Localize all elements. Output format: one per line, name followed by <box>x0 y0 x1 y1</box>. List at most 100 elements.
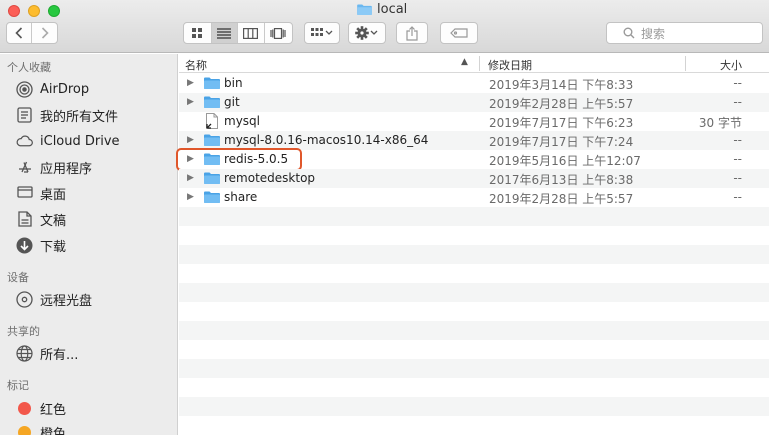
file-list: 名称 ▲ 修改日期 大小 ▶ bin 2019年3月14日 下午8:33 -- … <box>176 54 769 435</box>
shared-header: 共享的 <box>7 325 40 338</box>
column-view-icon <box>243 27 259 39</box>
list-view-button[interactable] <box>211 23 239 43</box>
table-row[interactable]: ▶ redis-5.0.5 2019年5月16日 上午12:07 -- <box>176 148 769 171</box>
folder-icon <box>204 172 220 184</box>
view-mode-selector <box>183 22 293 44</box>
window-toolbar: local 搜索 <box>0 0 769 53</box>
group-icon <box>311 28 333 36</box>
tag-icon <box>450 28 468 38</box>
back-button[interactable] <box>7 23 33 43</box>
documents-icon <box>16 211 33 228</box>
sidebar-item-tag-red[interactable]: 红色 <box>16 398 66 418</box>
sidebar-item-label: 远程光盘 <box>40 293 93 309</box>
file-date: 2019年5月16日 上午12:07 <box>489 154 641 168</box>
sidebar-item-airdrop[interactable]: AirDrop <box>16 79 89 99</box>
sidebar-item-label: 下载 <box>40 239 67 255</box>
table-row[interactable]: ▶ git 2019年2月28日 上午5:57 -- <box>179 93 769 112</box>
sidebar-item-desktop[interactable]: 桌面 <box>16 183 66 203</box>
file-name: mysql <box>224 114 260 128</box>
file-name: git <box>224 95 240 109</box>
sidebar-item-tag-orange[interactable]: 橙色 <box>16 422 66 435</box>
coverflow-view-icon <box>270 27 286 39</box>
downloads-icon <box>16 237 33 254</box>
file-size: -- <box>733 190 742 204</box>
sidebar-item-label: 文稿 <box>40 213 67 229</box>
file-date: 2019年2月28日 上午5:57 <box>489 192 634 206</box>
close-window-button[interactable] <box>8 5 20 17</box>
folder-icon <box>204 77 220 89</box>
table-row[interactable]: mysql 2019年7月17日 下午6:23 30 字节 <box>179 112 769 131</box>
file-rows: ▶ bin 2019年3月14日 下午8:33 -- ▶ git 2019年2月… <box>176 74 769 435</box>
folder-icon <box>204 134 220 146</box>
group-button[interactable] <box>304 22 340 44</box>
table-row[interactable]: ▶ share 2019年2月28日 上午5:57 -- <box>179 188 769 207</box>
devices-header: 设备 <box>7 271 29 284</box>
disclosure-triangle-icon[interactable]: ▶ <box>187 173 194 183</box>
empty-row <box>179 359 769 378</box>
sidebar-item-all-shared[interactable]: 所有... <box>16 343 78 363</box>
action-button[interactable] <box>348 22 386 44</box>
column-header-name[interactable]: 名称 <box>185 57 207 73</box>
file-name: share <box>224 190 258 204</box>
column-divider[interactable] <box>685 56 686 71</box>
sidebar-item-documents[interactable]: 文稿 <box>16 209 66 229</box>
file-name: remotedesktop <box>224 171 316 185</box>
sidebar-item-applications[interactable]: 应用程序 <box>16 157 92 177</box>
sidebar-item-downloads[interactable]: 下载 <box>16 235 66 255</box>
search-placeholder: 搜索 <box>641 26 666 41</box>
search-field[interactable]: 搜索 <box>606 22 763 44</box>
file-size: -- <box>733 152 742 166</box>
file-size: 30 字节 <box>698 116 742 130</box>
cloud-icon <box>16 133 33 150</box>
file-size: -- <box>733 95 742 109</box>
minimize-window-button[interactable] <box>28 5 40 17</box>
disclosure-triangle-icon[interactable]: ▶ <box>187 192 194 202</box>
sidebar-item-icloud-drive[interactable]: iCloud Drive <box>16 131 120 151</box>
file-name: mysql-8.0.16-macos10.14-x86_64 <box>224 133 429 147</box>
file-date: 2019年2月28日 上午5:57 <box>489 97 634 111</box>
column-view-button[interactable] <box>238 23 265 43</box>
disclosure-triangle-icon[interactable]: ▶ <box>187 78 194 88</box>
share-icon <box>406 25 418 41</box>
disclosure-triangle-icon[interactable]: ▶ <box>187 135 194 145</box>
tag-button[interactable] <box>440 22 478 44</box>
alias-file-icon <box>206 113 218 129</box>
sidebar-item-label: 橙色 <box>40 426 67 435</box>
zoom-window-button[interactable] <box>48 5 60 17</box>
action-gear-icon <box>355 26 378 40</box>
file-date: 2019年7月17日 下午6:23 <box>489 116 634 130</box>
empty-row <box>179 397 769 416</box>
coverflow-view-button[interactable] <box>265 23 292 43</box>
empty-row <box>179 416 769 435</box>
disclosure-triangle-icon[interactable]: ▶ <box>187 154 194 164</box>
share-button[interactable] <box>396 22 428 44</box>
sort-ascending-icon: ▲ <box>461 57 468 67</box>
desktop-icon <box>16 185 33 202</box>
sidebar-item-all-files[interactable]: 我的所有文件 <box>16 105 118 125</box>
sidebar-item-label: 所有... <box>40 347 79 363</box>
sidebar-item-label: iCloud Drive <box>40 133 120 149</box>
back-icon <box>15 27 23 39</box>
folder-icon <box>204 96 220 108</box>
sidebar-item-label: 红色 <box>40 402 67 418</box>
empty-row <box>179 264 769 283</box>
file-date: 2019年7月17日 下午7:24 <box>489 135 634 149</box>
sidebar-item-remote-disc[interactable]: 远程光盘 <box>16 289 92 309</box>
icon-view-button[interactable] <box>184 23 212 43</box>
forward-button[interactable] <box>32 23 57 43</box>
all-files-icon <box>16 107 33 124</box>
column-header-size[interactable]: 大小 <box>720 57 742 73</box>
empty-row <box>179 207 769 226</box>
column-divider[interactable] <box>479 56 480 71</box>
disclosure-triangle-icon[interactable]: ▶ <box>187 97 194 107</box>
tag-color-dot <box>16 400 33 417</box>
empty-row <box>179 283 769 302</box>
column-header-date[interactable]: 修改日期 <box>488 57 532 73</box>
empty-row <box>179 378 769 397</box>
column-header-bar: 名称 ▲ 修改日期 大小 <box>179 54 769 73</box>
window-title-text: local <box>377 1 408 17</box>
table-row[interactable]: ▶ bin 2019年3月14日 下午8:33 -- <box>179 74 769 93</box>
favorites-header: 个人收藏 <box>7 61 51 74</box>
table-row[interactable]: ▶ remotedesktop 2017年6月13日 上午8:38 -- <box>179 169 769 188</box>
folder-icon <box>204 191 220 203</box>
